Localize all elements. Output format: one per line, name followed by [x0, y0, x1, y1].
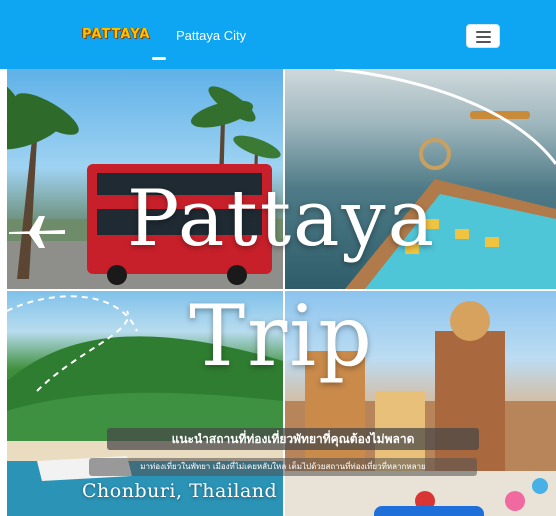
hamburger-menu-icon: [476, 31, 491, 33]
hamburger-menu-icon-line: [476, 36, 491, 38]
hero-action-button[interactable]: [374, 506, 484, 516]
hero-banner: Pattaya Trip แนะนำสถานที่ท่องเที่ยวพัทยา…: [7, 69, 556, 516]
hero-title-line-2: Trip: [189, 287, 374, 385]
hamburger-menu-icon-line: [476, 41, 491, 43]
active-nav-indicator: [152, 57, 166, 60]
brand-logo[interactable]: PATTAYA: [82, 27, 150, 42]
hamburger-menu-button[interactable]: [466, 24, 500, 48]
hero-description: มาท่องเที่ยวในพัทยา เมืองที่ไม่เคยหลับให…: [89, 458, 477, 476]
hero-subtitle: แนะนำสถานที่ท่องเที่ยวพัทยาที่คุณต้องไม่…: [107, 428, 479, 450]
navbar: PATTAYA Pattaya City: [0, 0, 556, 69]
hero-title-line-1: Pattaya: [126, 174, 437, 264]
hero-location: Chonburi, Thailand: [82, 480, 278, 502]
page: PATTAYA Pattaya City Pattaya Trip แนะนำส…: [0, 0, 556, 516]
nav-link-pattaya-city[interactable]: Pattaya City: [176, 28, 246, 43]
